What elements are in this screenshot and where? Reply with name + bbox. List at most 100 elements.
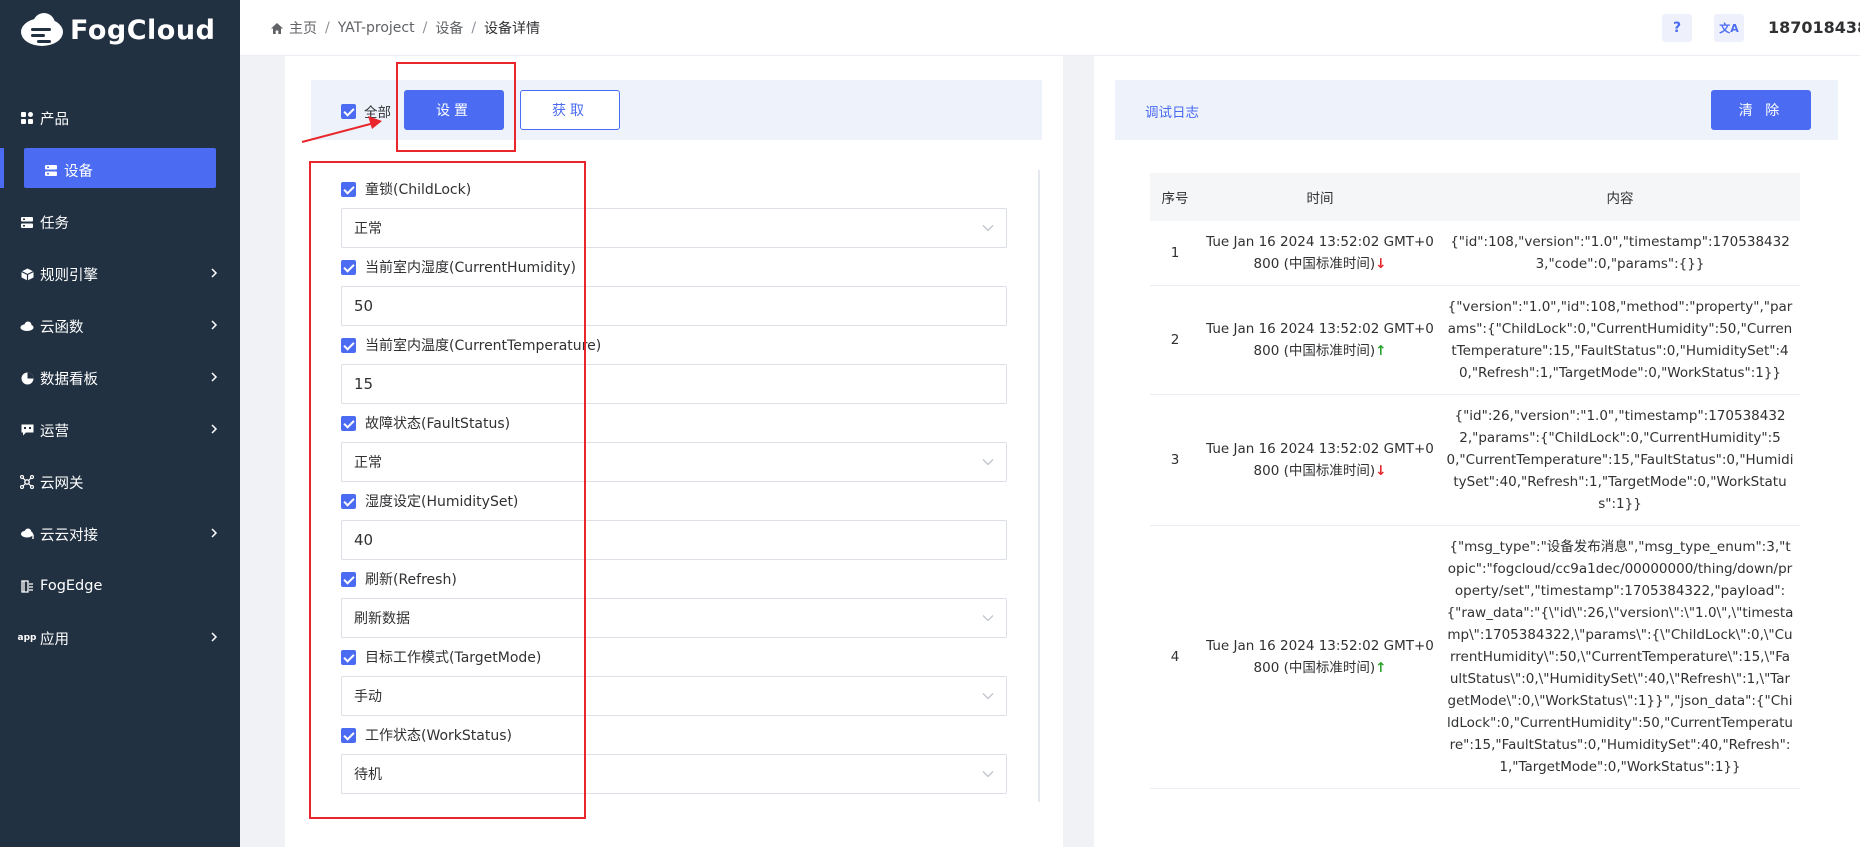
checkbox-checked-icon bbox=[341, 259, 356, 275]
field-label-fault-status[interactable]: 故障状态(FaultStatus) bbox=[341, 413, 510, 433]
user-name[interactable]: 18701843850 bbox=[1768, 18, 1860, 37]
sidebar-item-dashboard[interactable]: 数据看板 bbox=[0, 352, 240, 404]
sidebar-item-tasks[interactable]: 任务 bbox=[0, 196, 240, 248]
set-button[interactable]: 设置 bbox=[404, 90, 504, 130]
arrow-down-icon: ↓ bbox=[1375, 463, 1387, 479]
field-label-text: 当前室内湿度(CurrentHumidity) bbox=[365, 260, 576, 276]
select-value: 正常 bbox=[354, 455, 382, 471]
checkbox-checked-icon bbox=[341, 181, 356, 197]
app-icon: app bbox=[18, 629, 37, 647]
select-all-checkbox[interactable]: 全部 bbox=[341, 101, 391, 121]
checkbox-checked-icon bbox=[341, 493, 356, 509]
checkbox-checked-icon bbox=[341, 415, 356, 431]
sidebar: FogCloud 产品 设备 任务 规则引擎 云函数 数据看板 运营 云网关 云… bbox=[0, 0, 240, 847]
field-label-text: 湿度设定(HumiditySet) bbox=[365, 494, 519, 510]
sidebar-item-operations[interactable]: 运营 bbox=[0, 404, 240, 456]
sidebar-item-devices[interactable]: 设备 bbox=[0, 144, 240, 196]
chevron-down-icon bbox=[982, 454, 994, 470]
set-button-label: 设置 bbox=[436, 103, 472, 119]
home-icon bbox=[270, 22, 284, 35]
sidebar-item-label: 设备 bbox=[64, 163, 93, 180]
clear-button[interactable]: 清 除 bbox=[1711, 90, 1811, 130]
select-value: 正常 bbox=[354, 221, 382, 237]
breadcrumb-home[interactable]: 主页 bbox=[289, 18, 317, 38]
checkbox-checked-icon bbox=[341, 103, 356, 119]
input-value: 15 bbox=[354, 375, 374, 393]
translate-icon: 文A bbox=[1719, 22, 1739, 35]
work-status-select[interactable]: 待机 bbox=[341, 754, 1007, 794]
field-label-text: 目标工作模式(TargetMode) bbox=[365, 650, 542, 666]
header: 主页 / YAT-project / 设备 / 设备详情 ? 文A 187018… bbox=[240, 0, 1860, 56]
field-label-humidity-set[interactable]: 湿度设定(HumiditySet) bbox=[341, 491, 518, 511]
breadcrumb-project[interactable]: YAT-project bbox=[338, 20, 415, 36]
arrow-up-icon: ↑ bbox=[1375, 343, 1387, 359]
row-content: {"id":26,"version":"1.0","timestamp":170… bbox=[1440, 394, 1800, 526]
sidebar-item-label: 云网关 bbox=[40, 475, 84, 492]
get-button[interactable]: 获取 bbox=[520, 90, 620, 130]
childlock-select[interactable]: 正常 bbox=[341, 208, 1007, 248]
chevron-down-icon bbox=[982, 688, 994, 704]
current-humidity-input[interactable]: 50 bbox=[341, 286, 1007, 326]
select-value: 手动 bbox=[354, 689, 382, 705]
table-row: 3 Tue Jan 16 2024 13:52:02 GMT+0800 (中国标… bbox=[1150, 394, 1800, 526]
sidebar-item-products[interactable]: 产品 bbox=[0, 92, 240, 144]
arrow-down-icon: ↓ bbox=[1375, 256, 1387, 272]
sidebar-item-fogedge[interactable]: FogEdge bbox=[0, 560, 240, 612]
fault-status-select[interactable]: 正常 bbox=[341, 442, 1007, 482]
debug-log-title: 调试日志 bbox=[1145, 105, 1199, 121]
sidebar-item-cloud-integration[interactable]: 云云对接 bbox=[0, 508, 240, 560]
form-scrollbar[interactable] bbox=[1038, 170, 1040, 802]
row-time: Tue Jan 16 2024 13:52:02 GMT+0800 (中国标准时… bbox=[1200, 285, 1440, 395]
target-mode-select[interactable]: 手动 bbox=[341, 676, 1007, 716]
chevron-right-icon bbox=[210, 526, 218, 542]
row-index: 3 bbox=[1150, 394, 1200, 526]
column-header-content: 内容 bbox=[1440, 173, 1800, 221]
field-label-current-temperature[interactable]: 当前室内温度(CurrentTemperature) bbox=[341, 335, 601, 355]
help-button[interactable]: ? bbox=[1662, 14, 1692, 42]
humidity-set-input[interactable]: 40 bbox=[341, 520, 1007, 560]
field-label-refresh[interactable]: 刷新(Refresh) bbox=[341, 569, 457, 589]
page-edge bbox=[1838, 56, 1860, 847]
chevron-right-icon bbox=[210, 422, 218, 438]
chevron-down-icon bbox=[982, 766, 994, 782]
sidebar-item-cloud-functions[interactable]: 云函数 bbox=[0, 300, 240, 352]
field-label-current-humidity[interactable]: 当前室内湿度(CurrentHumidity) bbox=[341, 257, 576, 277]
help-icon: ? bbox=[1672, 20, 1682, 36]
table-row: 2 Tue Jan 16 2024 13:52:02 GMT+0800 (中国标… bbox=[1150, 285, 1800, 395]
row-time: Tue Jan 16 2024 13:52:02 GMT+0800 (中国标准时… bbox=[1200, 525, 1440, 789]
row-time-text: Tue Jan 16 2024 13:52:02 GMT+0800 (中国标准时… bbox=[1206, 321, 1434, 359]
refresh-select[interactable]: 刷新数据 bbox=[341, 598, 1007, 638]
column-header-time: 时间 bbox=[1200, 173, 1440, 221]
current-temperature-input[interactable]: 15 bbox=[341, 364, 1007, 404]
field-label-target-mode[interactable]: 目标工作模式(TargetMode) bbox=[341, 647, 541, 667]
input-value: 50 bbox=[354, 297, 374, 315]
cloud-icon bbox=[18, 317, 36, 335]
sidebar-item-label: 云云对接 bbox=[40, 527, 98, 544]
logo[interactable]: FogCloud bbox=[20, 8, 215, 52]
chevron-right-icon bbox=[210, 266, 218, 282]
arrow-up-icon: ↑ bbox=[1375, 660, 1387, 676]
sidebar-item-label: FogEdge bbox=[40, 578, 103, 594]
field-label-childlock[interactable]: 童锁(ChildLock) bbox=[341, 179, 471, 199]
field-label-work-status[interactable]: 工作状态(WorkStatus) bbox=[341, 725, 512, 745]
table-header-row: 序号 时间 内容 bbox=[1150, 173, 1800, 221]
sidebar-item-label: 规则引擎 bbox=[40, 267, 98, 284]
cloud-link-icon bbox=[18, 525, 36, 543]
checkbox-checked-icon bbox=[341, 649, 356, 665]
breadcrumb-separator: / bbox=[422, 20, 428, 36]
sidebar-item-applications[interactable]: app 应用 bbox=[0, 612, 240, 664]
select-value: 刷新数据 bbox=[354, 611, 410, 627]
row-content: {"msg_type":"设备发布消息","msg_type_enum":3,"… bbox=[1440, 525, 1800, 789]
sidebar-item-cloud-gateway[interactable]: 云网关 bbox=[0, 456, 240, 508]
sidebar-item-label: 任务 bbox=[40, 215, 69, 232]
translate-button[interactable]: 文A bbox=[1714, 14, 1744, 42]
cube-icon bbox=[18, 265, 36, 283]
checkbox-checked-icon bbox=[341, 571, 356, 587]
sidebar-item-label: 应用 bbox=[40, 631, 69, 648]
breadcrumb-current: 设备详情 bbox=[484, 21, 541, 37]
app-name: FogCloud bbox=[70, 14, 216, 46]
breadcrumb-devices[interactable]: 设备 bbox=[435, 18, 463, 38]
sidebar-item-rule-engine[interactable]: 规则引擎 bbox=[0, 248, 240, 300]
debug-log-table: 序号 时间 内容 1 Tue Jan 16 2024 13:52:02 GMT+… bbox=[1150, 173, 1800, 789]
row-time-text: Tue Jan 16 2024 13:52:02 GMT+0800 (中国标准时… bbox=[1206, 234, 1434, 272]
